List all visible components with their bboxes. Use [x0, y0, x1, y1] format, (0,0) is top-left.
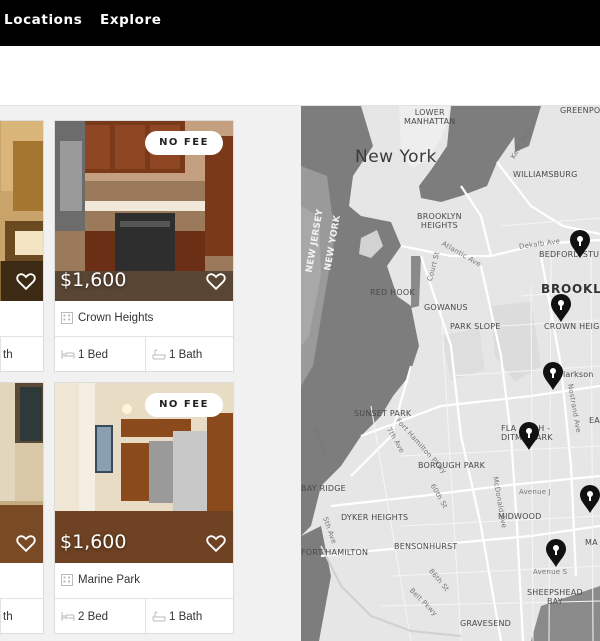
listing-specs: 1 Bed 1 Bath: [55, 337, 233, 373]
filter-bar: [0, 46, 600, 106]
beds-text: 1 Bed: [78, 349, 109, 361]
listing-card[interactable]: th: [0, 382, 44, 635]
map-label-park-slope: PARK SLOPE: [450, 322, 501, 331]
baths-text: 1 Bath: [169, 611, 203, 623]
listing-neighborhood-row: Marine Park: [55, 563, 233, 599]
nav-link-explore[interactable]: Explore: [100, 12, 162, 28]
listing-photo[interactable]: NO FEE $1,600: [55, 383, 233, 563]
heart-icon[interactable]: [15, 270, 37, 292]
top-navigation: Locations Explore: [0, 0, 600, 46]
map-pin-icon[interactable]: [545, 538, 567, 568]
bed-icon: [61, 612, 75, 621]
map-pin-icon[interactable]: [579, 484, 600, 514]
map-label-crown-heights: CROWN HEIGH: [544, 322, 600, 331]
listing-price: $1,600: [60, 531, 127, 553]
listings-panel: th NO FEE $1,600 Crown Heights 1 Bed 1 B…: [0, 106, 300, 641]
building-icon: [61, 574, 73, 586]
map-label-lower-manhattan: LOWER MANHATTAN: [404, 108, 456, 126]
map-pin-icon[interactable]: [518, 421, 540, 451]
listing-neighborhood-row: [0, 301, 43, 337]
listing-price: $1,600: [60, 269, 127, 291]
map-label-williamsburg: WILLIAMSBURG: [513, 170, 578, 179]
map-label-ma: MA: [585, 538, 598, 547]
heart-icon[interactable]: [205, 270, 227, 292]
listing-photo[interactable]: [0, 121, 43, 301]
bed-icon: [61, 350, 75, 359]
listing-photo[interactable]: NO FEE $1,600: [55, 121, 233, 301]
listing-specs: th: [0, 337, 43, 373]
map-pin-icon[interactable]: [569, 229, 591, 259]
neighborhood-name: Marine Park: [78, 574, 140, 586]
map-label-sunset-park: SUNSET PARK: [354, 409, 412, 418]
map-label-gravesend: GRAVESEND: [460, 619, 511, 628]
map[interactable]: LOWER MANHATTAN GREENPO New York WILLIAM…: [301, 106, 600, 641]
map-label-bay-ridge: BAY RIDGE: [301, 484, 346, 493]
beds-text: 2 Bed: [78, 611, 109, 623]
listing-photo[interactable]: [0, 383, 43, 563]
nav-link-locations[interactable]: Locations: [4, 12, 82, 28]
listing-specs: 2 Bed 1 Bath: [55, 599, 233, 635]
map-label-greenpoint: GREENPO: [560, 106, 600, 115]
beds-spec: 1 Bed: [55, 337, 145, 373]
map-pin-icon[interactable]: [542, 361, 564, 391]
map-label-avenue-j: Avenue J: [519, 488, 551, 496]
bathtub-icon: [152, 611, 166, 622]
heart-icon[interactable]: [205, 532, 227, 554]
map-label-larkson: larkson: [563, 370, 594, 379]
map-label-red-hook: RED HOOK: [370, 288, 415, 297]
heart-icon[interactable]: [15, 532, 37, 554]
baths-spec: 1 Bath: [145, 337, 235, 373]
listing-specs: th: [0, 599, 43, 635]
listing-card[interactable]: NO FEE $1,600 Crown Heights 1 Bed 1 Bath: [54, 120, 234, 373]
listing-card[interactable]: NO FEE $1,600 Marine Park 2 Bed 1 Bath: [54, 382, 234, 635]
baths-text: 1 Bath: [169, 349, 203, 361]
map-label-new-york: New York: [355, 147, 437, 167]
building-icon: [61, 312, 73, 324]
listing-neighborhood-row: [0, 563, 43, 599]
map-label-sheepshead-bay: SHEEPSHEAD BAY: [527, 588, 583, 606]
map-label-bensonhurst: BENSONHURST: [394, 542, 458, 551]
map-label-dyker-heights: DYKER HEIGHTS: [341, 513, 409, 522]
baths-spec: th: [0, 337, 45, 373]
neighborhood-name: Crown Heights: [78, 312, 154, 324]
listing-neighborhood-row: Crown Heights: [55, 301, 233, 337]
no-fee-badge: NO FEE: [145, 393, 223, 417]
map-label-midwood: MIDWOOD: [498, 512, 542, 521]
map-label-gowanus: GOWANUS: [424, 303, 468, 312]
map-label-avenue-s: Avenue S: [533, 568, 568, 576]
map-label-fort-hamilton: FORT HAMILTON: [301, 548, 369, 557]
beds-spec: 2 Bed: [55, 599, 145, 635]
map-label-ea: EA: [589, 416, 600, 425]
map-label-borough-park: BOROUGH PARK: [418, 461, 486, 470]
map-label-brooklyn-heights: BROOKLYN HEIGHTS: [417, 212, 462, 230]
baths-spec: 1 Bath: [145, 599, 235, 635]
baths-text: th: [3, 611, 13, 623]
baths-text: th: [3, 349, 13, 361]
baths-spec: th: [0, 599, 45, 635]
bathtub-icon: [152, 349, 166, 360]
map-pin-icon[interactable]: [550, 293, 572, 323]
no-fee-badge: NO FEE: [145, 131, 223, 155]
listing-card[interactable]: th: [0, 120, 44, 373]
